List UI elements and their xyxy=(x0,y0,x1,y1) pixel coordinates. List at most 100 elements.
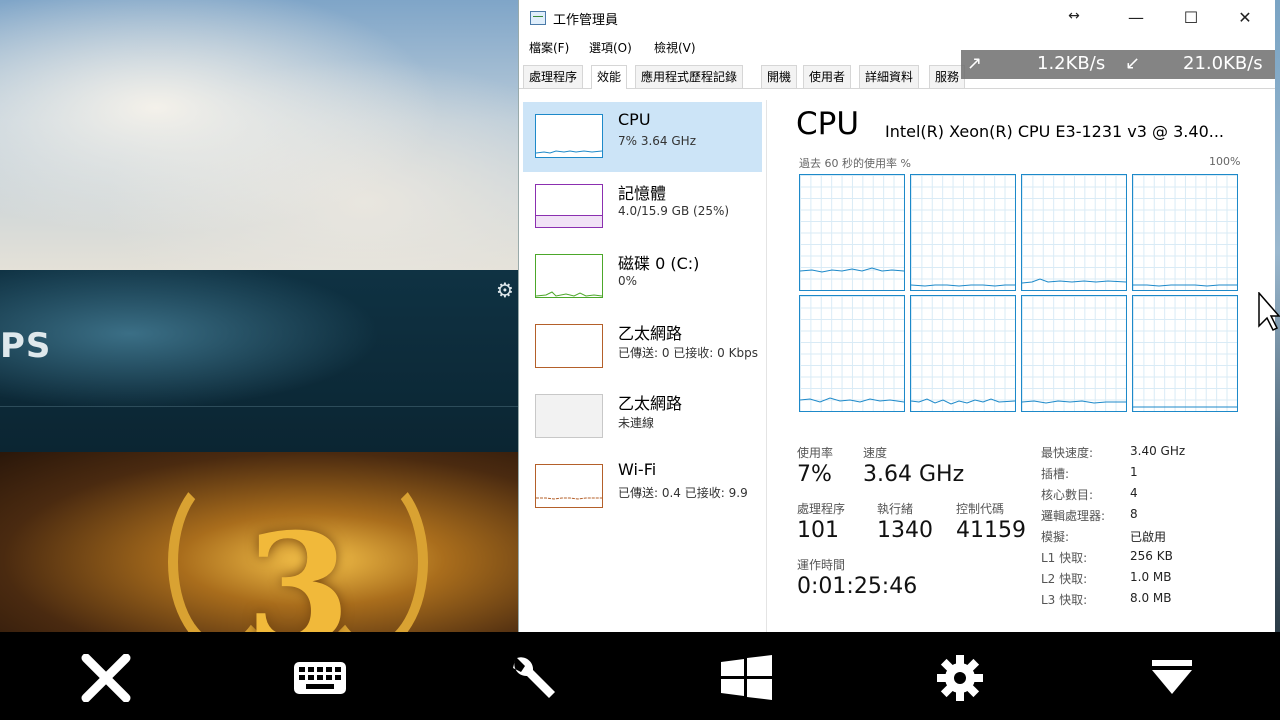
minimize-button[interactable]: — xyxy=(1126,8,1146,27)
spec-value-logical-processors: 8 xyxy=(1130,507,1138,521)
menu-view[interactable]: 檢視(V) xyxy=(654,39,696,56)
window-title: 工作管理員 xyxy=(553,13,619,28)
dropdown-icon[interactable] xyxy=(1140,654,1204,702)
core-graph-1[interactable] xyxy=(910,174,1016,291)
resize-icon[interactable]: ↔ xyxy=(1064,8,1084,24)
stat-label-processes: 處理程序 xyxy=(797,502,846,516)
tab-startup[interactable]: 開機 xyxy=(761,65,798,88)
stat-label-handles: 控制代碼 xyxy=(956,502,1005,516)
tab-services[interactable]: 服務 xyxy=(929,65,966,88)
spec-value-sockets: 1 xyxy=(1130,465,1138,479)
sidebar-item-label: 記憶體 xyxy=(618,184,667,203)
wifi-thumbnail xyxy=(535,464,603,508)
upload-speed: 1.2KB/s xyxy=(1037,53,1106,74)
sidebar-item-disk[interactable]: 磁碟 0 (C:) 0% xyxy=(523,242,762,312)
tab-app-history[interactable]: 應用程式歷程記錄 xyxy=(635,65,744,88)
core-graph-3[interactable] xyxy=(1132,174,1238,291)
cpu-detail-panel: CPU Intel(R) Xeon(R) CPU E3-1231 v3 @ 3.… xyxy=(767,100,1275,632)
core-graph-2[interactable] xyxy=(1021,174,1127,291)
download-arrow-icon: ↙ xyxy=(1125,53,1141,74)
ethernet-thumbnail xyxy=(535,394,603,438)
sidebar-item-memory[interactable]: 記憶體 4.0/15.9 GB (25%) xyxy=(523,172,762,242)
spec-value-l2-cache: 1.0 MB xyxy=(1130,570,1172,584)
maximize-button[interactable]: ☐ xyxy=(1181,8,1201,27)
stat-value-speed: 3.64 GHz xyxy=(863,462,965,487)
graph-caption: 過去 60 秒的使用率 % xyxy=(799,157,911,170)
gear-icon[interactable] xyxy=(928,654,992,702)
sidebar-item-ethernet-2[interactable]: 乙太網路 未連線 xyxy=(523,382,762,452)
remote-control-toolbar xyxy=(0,632,1280,720)
upload-arrow-icon: ↗ xyxy=(967,53,983,74)
tab-processes[interactable]: 處理程序 xyxy=(523,65,584,88)
core-graph-0[interactable] xyxy=(799,174,905,291)
disk-thumbnail xyxy=(535,254,603,298)
sidebar-item-ethernet-1[interactable]: 乙太網路 已傳送: 0 已接收: 0 Kbps xyxy=(523,312,762,382)
stat-value-handles: 41159 xyxy=(956,518,1026,543)
sidebar-item-label: 磁碟 0 (C:) xyxy=(618,254,700,273)
spec-label-l3-cache: L3 快取: xyxy=(1041,593,1088,607)
stat-label-uptime: 運作時間 xyxy=(797,558,846,572)
cpu-thumbnail xyxy=(535,114,603,158)
sidebar-item-detail: 已傳送: 0.4 已接收: 9.9 xyxy=(618,486,748,500)
keyboard-icon[interactable] xyxy=(288,654,352,702)
graph-max-label: 100% xyxy=(1209,155,1241,168)
stat-label-threads: 執行緒 xyxy=(877,502,914,516)
core-graph-5[interactable] xyxy=(910,295,1016,412)
menu-file[interactable]: 檔案(F) xyxy=(529,39,569,56)
spec-value-max-speed: 3.40 GHz xyxy=(1130,444,1186,458)
tab-users[interactable]: 使用者 xyxy=(803,65,852,88)
rank-emblem-icon: 3 xyxy=(246,501,351,632)
close-icon[interactable] xyxy=(74,653,138,703)
task-manager-icon xyxy=(530,11,546,25)
sidebar-item-label: 乙太網路 xyxy=(618,394,683,413)
spec-label-l1-cache: L1 快取: xyxy=(1041,551,1088,565)
stat-value-utilization: 7% xyxy=(797,462,832,487)
sidebar-item-label: Wi-Fi xyxy=(618,460,657,479)
title-bar[interactable]: 工作管理員 ↔ — ☐ ✕ xyxy=(519,0,1275,36)
windows-icon[interactable] xyxy=(714,654,778,702)
core-graph-4[interactable] xyxy=(799,295,905,412)
divider xyxy=(0,406,520,407)
task-manager-window[interactable]: 工作管理員 ↔ — ☐ ✕ 檔案(F) 選項(O) 檢視(V) 處理程序 效能 … xyxy=(518,0,1275,632)
sidebar-item-detail: 已傳送: 0 已接收: 0 Kbps xyxy=(618,346,758,360)
stat-label-utilization: 使用率 xyxy=(797,446,834,460)
sidebar-item-label: CPU xyxy=(618,110,651,129)
game-banner-sea[interactable]: PS ⚙ xyxy=(0,270,520,452)
sidebar-item-detail: 未連線 xyxy=(618,416,655,430)
network-speed-overlay: ↗ 1.2KB/s ↙ 21.0KB/s xyxy=(961,50,1275,79)
close-button[interactable]: ✕ xyxy=(1235,8,1255,27)
sidebar-item-wifi[interactable]: Wi-Fi 已傳送: 0.4 已接收: 9.9 xyxy=(523,452,762,522)
stat-value-threads: 1340 xyxy=(877,518,933,543)
memory-thumbnail xyxy=(535,184,603,228)
spec-label-l2-cache: L2 快取: xyxy=(1041,572,1088,586)
core-graph-6[interactable] xyxy=(1021,295,1127,412)
resource-sidebar: CPU 7% 3.64 GHz 記憶體 4.0/15.9 GB (25%) 磁碟… xyxy=(523,100,767,632)
sidebar-item-label: 乙太網路 xyxy=(618,324,683,343)
spec-value-l1-cache: 256 KB xyxy=(1130,549,1173,563)
tab-details[interactable]: 詳細資料 xyxy=(859,65,920,88)
menu-options[interactable]: 選項(O) xyxy=(589,39,632,56)
stat-value-processes: 101 xyxy=(797,518,839,543)
cpu-model-name: Intel(R) Xeon(R) CPU E3-1231 v3 @ 3.40..… xyxy=(885,122,1224,141)
core-graph-7[interactable] xyxy=(1132,295,1238,412)
tab-performance[interactable]: 效能 xyxy=(591,65,628,89)
sidebar-item-detail: 7% 3.64 GHz xyxy=(618,134,697,148)
stat-value-uptime: 0:01:25:46 xyxy=(797,574,918,599)
spec-value-l3-cache: 8.0 MB xyxy=(1130,591,1172,605)
sidebar-item-detail: 4.0/15.9 GB (25%) xyxy=(618,204,730,218)
sidebar-item-detail: 0% xyxy=(618,274,638,288)
sidebar-item-cpu[interactable]: CPU 7% 3.64 GHz xyxy=(523,102,762,172)
spec-label-logical-processors: 邏輯處理器: xyxy=(1041,509,1106,523)
spec-label-virtualization: 模擬: xyxy=(1041,530,1070,544)
download-speed: 21.0KB/s xyxy=(1183,53,1263,74)
mouse-cursor-icon xyxy=(1258,290,1280,336)
wrench-icon[interactable] xyxy=(501,654,565,702)
page-title: CPU xyxy=(796,106,860,142)
gear-icon[interactable]: ⚙ xyxy=(496,278,514,302)
sky-wallpaper xyxy=(0,0,520,270)
spec-label-cores: 核心數目: xyxy=(1041,488,1094,502)
stat-label-speed: 速度 xyxy=(863,446,888,460)
spec-value-virtualization: 已啟用 xyxy=(1130,530,1167,544)
game-banner-gold[interactable]: 3 xyxy=(0,452,520,632)
ethernet-thumbnail xyxy=(535,324,603,368)
